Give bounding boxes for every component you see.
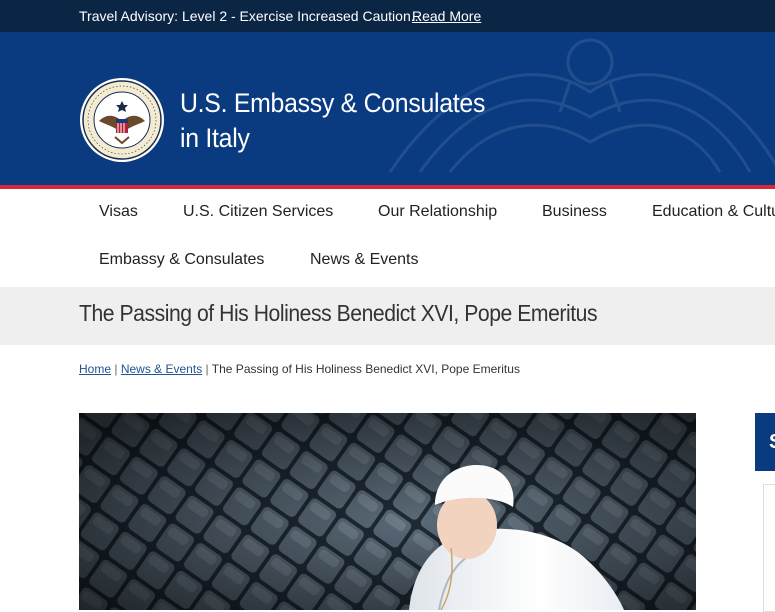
breadcrumb-separator: | <box>114 362 118 376</box>
sidebar-card-letter: S <box>769 431 775 454</box>
nav-item-us-citizen-services[interactable]: U.S. Citizen Services <box>183 203 333 221</box>
nav-item-business[interactable]: Business <box>542 203 607 221</box>
nav-item-news-events[interactable]: News & Events <box>310 251 418 269</box>
main-navigation: Visas U.S. Citizen Services Our Relation… <box>0 189 775 285</box>
nav-item-our-relationship[interactable]: Our Relationship <box>378 203 497 221</box>
nav-item-education-culture[interactable]: Education & Cultu <box>652 203 775 221</box>
travel-advisory-bar: Travel Advisory: Level 2 - Exercise Incr… <box>0 0 775 32</box>
breadcrumb: Home | News & Events | The Passing of Hi… <box>79 362 520 376</box>
sidebar-box <box>763 484 775 612</box>
page-title: The Passing of His Holiness Benedict XVI… <box>79 300 598 326</box>
read-more-link[interactable]: Read More <box>412 8 481 24</box>
site-header: U.S. Embassy & Consulates in Italy <box>0 32 775 185</box>
site-title[interactable]: U.S. Embassy & Consulates in Italy <box>180 86 485 156</box>
cobblestone-photo-icon <box>79 413 696 610</box>
department-of-state-seal-icon <box>80 78 164 162</box>
nav-item-embassy-consulates[interactable]: Embassy & Consulates <box>99 251 264 269</box>
breadcrumb-home-link[interactable]: Home <box>79 362 111 376</box>
page-title-band: The Passing of His Holiness Benedict XVI… <box>0 287 775 345</box>
sidebar-card-header: S <box>755 413 775 471</box>
nav-item-visas[interactable]: Visas <box>99 203 138 221</box>
breadcrumb-news-events-link[interactable]: News & Events <box>121 362 202 376</box>
advisory-text: Travel Advisory: Level 2 - Exercise Incr… <box>79 8 423 24</box>
hero-image-pope-benedict <box>79 413 696 610</box>
breadcrumb-current: The Passing of His Holiness Benedict XVI… <box>211 362 520 376</box>
site-title-line1: U.S. Embassy & Consulates <box>180 88 486 118</box>
site-title-line2: in Italy <box>180 123 250 153</box>
breadcrumb-separator: | <box>205 362 209 376</box>
